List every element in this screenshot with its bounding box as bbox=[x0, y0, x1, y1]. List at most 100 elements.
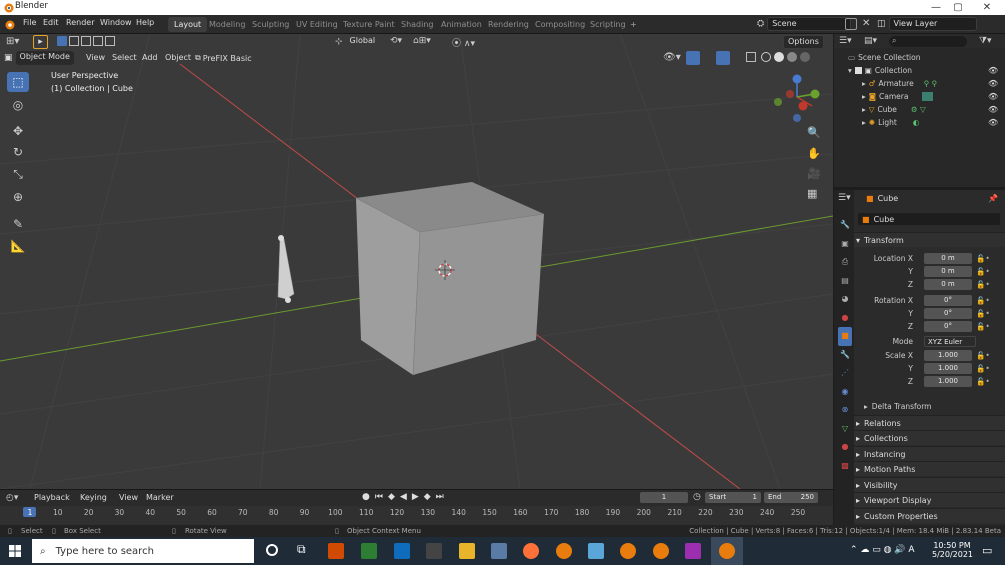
properties-editor-icon[interactable]: ☰▾ bbox=[838, 193, 851, 203]
minimize-button[interactable]: — bbox=[925, 0, 947, 15]
outliner-search-input[interactable]: ⌕ bbox=[889, 36, 967, 47]
timeline-menu-marker[interactable]: Marker bbox=[146, 493, 174, 502]
world-tab-icon[interactable]: ● bbox=[838, 309, 852, 328]
clock[interactable]: 10:50 PM 5/20/2021 bbox=[932, 541, 973, 559]
tab-shading[interactable]: Shading bbox=[395, 17, 440, 32]
scene-tab-icon[interactable]: ◕ bbox=[838, 290, 852, 309]
selection-mode-buttons[interactable] bbox=[57, 36, 115, 46]
scale-x-field[interactable]: 1.000 bbox=[924, 350, 972, 361]
blender-taskbar-icon-active[interactable] bbox=[719, 543, 735, 559]
transform-orientation[interactable]: ⊹ Global bbox=[335, 35, 379, 49]
display-mode-icon[interactable]: ▤▾ bbox=[864, 36, 877, 46]
outliner-item-camera[interactable]: ▸ ◙ Camera bbox=[862, 90, 934, 103]
modifier-tab-icon[interactable]: 🔧 bbox=[838, 346, 852, 365]
custom-properties-panel-header[interactable]: ▸ Custom Properties bbox=[854, 508, 1005, 523]
proportional-edit-icon[interactable]: ⦿ ∧▾ bbox=[452, 36, 475, 49]
select-new-icon[interactable] bbox=[57, 36, 67, 46]
timeline-menu-view[interactable]: View bbox=[119, 493, 138, 502]
store-app-icon[interactable] bbox=[361, 543, 377, 559]
close-button[interactable]: ✕ bbox=[976, 0, 998, 15]
prefix-basic-button[interactable]: ⧉ PreFIX Basic bbox=[195, 53, 252, 63]
end-frame-field[interactable]: End 250 bbox=[764, 492, 818, 503]
viewport-menu-object[interactable]: Object bbox=[165, 53, 191, 62]
lock-icon[interactable]: 🔓• bbox=[976, 349, 990, 362]
motion-paths-panel-header[interactable]: ▸ Motion Paths bbox=[854, 461, 1005, 476]
view-layer-name[interactable]: View Layer bbox=[888, 17, 977, 31]
object-mode-dropdown[interactable]: ▣ Object Mode bbox=[4, 51, 74, 65]
notifications-icon[interactable]: ▭ bbox=[982, 544, 992, 557]
wireframe-shading-icon[interactable] bbox=[761, 52, 771, 62]
outliner-item-armature[interactable]: ▸ ♂ Armature ⚲ ⚲ bbox=[862, 77, 937, 90]
orientation-value[interactable]: Global bbox=[346, 35, 380, 49]
tool-select-box-icon[interactable]: ⬚ bbox=[7, 72, 29, 92]
collections-panel-header[interactable]: ▸ Collections bbox=[854, 430, 1005, 445]
transform-panel-header[interactable]: ▾ Transform bbox=[854, 232, 1005, 247]
notepad-app-icon[interactable] bbox=[588, 543, 604, 559]
expand-collection-icon[interactable]: ▾ bbox=[848, 66, 852, 75]
tool-move-icon[interactable]: ✥ bbox=[7, 121, 29, 141]
maximize-button[interactable]: ▢ bbox=[947, 0, 969, 15]
prev-key-icon[interactable]: ◆ bbox=[388, 492, 395, 502]
clock-icon[interactable]: ◷ bbox=[693, 492, 701, 502]
object-tab-icon[interactable]: ■ bbox=[838, 327, 852, 346]
tab-texture-paint[interactable]: Texture Paint bbox=[337, 17, 401, 32]
lock-icon[interactable]: 🔓• bbox=[976, 278, 990, 291]
object-mode-label[interactable]: Object Mode bbox=[15, 51, 74, 65]
taskbar-search-box[interactable]: ⌕ Type here to search bbox=[32, 539, 254, 563]
zoom-icon[interactable]: 🔍 bbox=[807, 126, 821, 139]
lock-icon[interactable]: 🔓• bbox=[976, 320, 990, 333]
windows-start-icon[interactable] bbox=[9, 545, 21, 559]
select-subtract-icon[interactable] bbox=[81, 36, 91, 46]
timeline-ruler[interactable]: 1 10 20 30 40 50 60 70 80 90 100 110 120 130 140 150 160… bbox=[0, 506, 833, 526]
timeline-menu-playback[interactable]: Playback bbox=[34, 493, 70, 502]
jump-start-icon[interactable]: ⏮ bbox=[375, 492, 383, 502]
start-frame-field[interactable]: Start 1 bbox=[705, 492, 761, 503]
delete-scene-icon[interactable]: ✕ bbox=[862, 18, 870, 30]
material-shading-icon[interactable] bbox=[787, 52, 797, 62]
object-name-value[interactable]: Cube bbox=[874, 215, 895, 224]
view-layer-tab-icon[interactable]: ▤ bbox=[838, 272, 852, 291]
select-tool-icon[interactable]: ▸ bbox=[33, 35, 48, 49]
system-tray-icons[interactable]: ⌃ ☁ ▭ ◍ 🔊 A bbox=[850, 545, 915, 555]
viewport-display-panel-header[interactable]: ▸ Viewport Display bbox=[854, 492, 1005, 507]
select-invert-icon[interactable] bbox=[93, 36, 103, 46]
menu-help[interactable]: Help bbox=[136, 18, 154, 27]
record-icon[interactable]: ● bbox=[362, 492, 370, 502]
viewport-menu-add[interactable]: Add bbox=[142, 53, 158, 62]
relations-panel-header[interactable]: ▸ Relations bbox=[854, 415, 1005, 430]
visibility-panel-header[interactable]: ▸ Visibility bbox=[854, 477, 1005, 492]
timeline-editor-icon[interactable]: ◴▾ bbox=[6, 493, 18, 503]
scale-y-field[interactable]: 1.000 bbox=[924, 363, 972, 374]
options-dropdown[interactable]: Options bbox=[783, 35, 824, 49]
add-workspace-button[interactable]: + bbox=[624, 17, 643, 32]
tool-measure-icon[interactable]: 📐 bbox=[7, 236, 29, 256]
view-layer-selector[interactable]: ◫ View Layer bbox=[877, 17, 977, 31]
visibility-filter-icon[interactable]: 👁▾ bbox=[663, 52, 681, 63]
3d-viewport[interactable]: ⊞▾ ▸ ⊹ Global ⟲▾ ⌂⊞▾ ⦿ ∧▾ Options ▣ Obje… bbox=[0, 34, 833, 489]
tab-animation[interactable]: Animation bbox=[435, 17, 488, 32]
tool-annotate-icon[interactable]: ✎ bbox=[7, 214, 29, 234]
tool-scale-icon[interactable]: ⤡ bbox=[7, 164, 29, 184]
menu-window[interactable]: Window bbox=[100, 18, 132, 27]
tab-layout[interactable]: Layout bbox=[168, 17, 208, 32]
outliner-item-cube[interactable]: ▸ ▽ Cube ⚙ ▽ bbox=[862, 103, 926, 116]
tab-compositing[interactable]: Compositing bbox=[529, 17, 591, 32]
outliner-editor-icon[interactable]: ☰▾ bbox=[839, 36, 852, 46]
tab-modeling[interactable]: Modeling bbox=[203, 17, 251, 32]
pan-hand-icon[interactable]: ✋ bbox=[807, 147, 821, 160]
tool-transform-icon[interactable]: ⊕ bbox=[7, 187, 29, 207]
viewport-menu-select[interactable]: Select bbox=[112, 53, 137, 62]
vector-app-icon[interactable] bbox=[426, 543, 442, 559]
shading-mode-buttons[interactable] bbox=[761, 52, 810, 62]
properties-tab-icons[interactable]: 🔧 ▣ ⎙ ▤ ◕ ● ■ 🔧 ⋰ ◉ ⊗ ▽ ● ▩ bbox=[838, 216, 852, 475]
solid-shading-icon[interactable] bbox=[774, 52, 784, 62]
calculator-icon[interactable] bbox=[491, 543, 507, 559]
delta-transform-header[interactable]: ▸ Delta Transform bbox=[864, 400, 931, 413]
outliner-scene-collection[interactable]: ▭ Scene Collection bbox=[848, 51, 920, 64]
tool-cursor-icon[interactable]: ◎ bbox=[7, 95, 29, 115]
menu-edit[interactable]: Edit bbox=[43, 18, 59, 27]
blender-taskbar-icon-2[interactable] bbox=[620, 543, 636, 559]
location-y-field[interactable]: 0 m bbox=[924, 266, 972, 277]
gizmo-toggle-icon[interactable] bbox=[686, 51, 700, 65]
tool-rotate-icon[interactable]: ↻ bbox=[7, 142, 29, 162]
